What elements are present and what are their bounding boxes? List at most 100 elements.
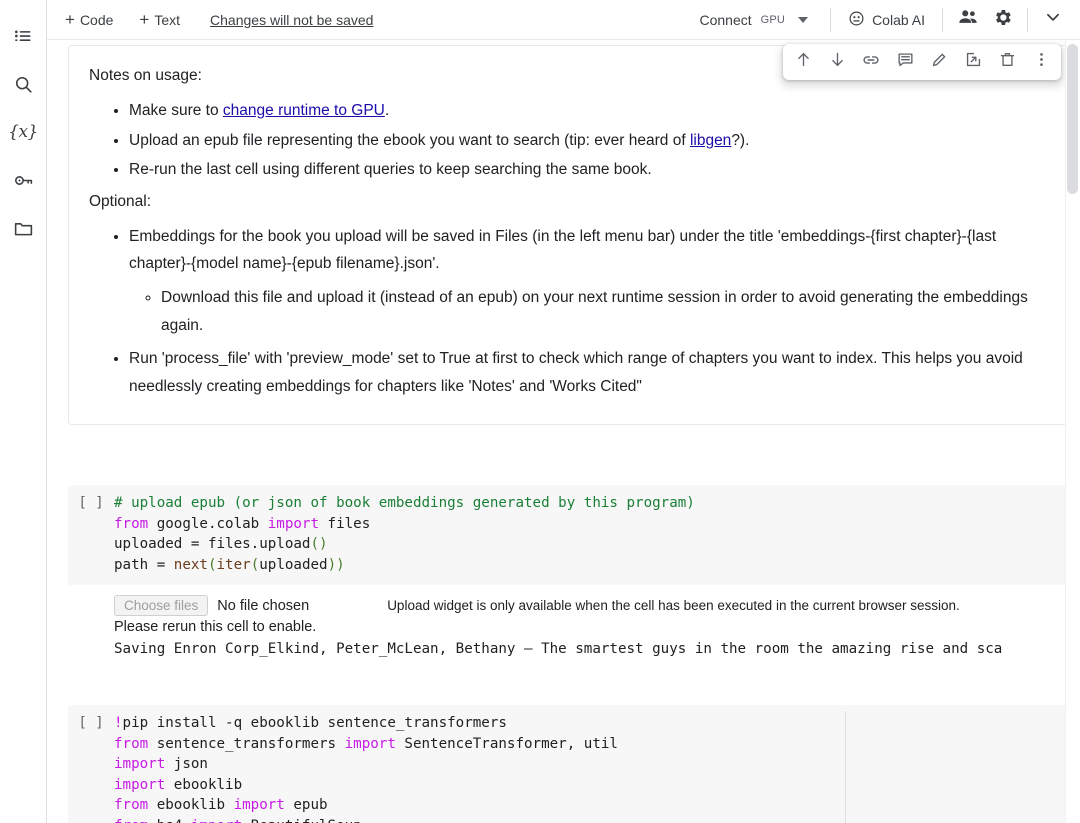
code-cell-vertical-divider (845, 711, 846, 823)
markdown-cell[interactable]: Notes on usage: Make sure to change runt… (68, 45, 1069, 425)
code-token: bs4 (148, 818, 191, 823)
plus-icon: + (139, 11, 149, 28)
optional-bullet-text: Embeddings for the book you upload will … (129, 228, 996, 273)
code-token: files (319, 516, 370, 532)
connect-runtime-button[interactable]: Connect GPU (689, 9, 818, 31)
code-token: )) (328, 557, 345, 573)
mirror-cell-in-tab-button[interactable] (956, 47, 990, 77)
folder-icon (13, 218, 34, 239)
code-token: uploaded (259, 557, 327, 573)
gear-icon (992, 7, 1013, 33)
code-token: uploaded = files.upload (114, 536, 310, 552)
code-token: from (114, 736, 148, 752)
code-token: iter (217, 557, 251, 573)
code-token: SentenceTransformer, util (396, 736, 618, 752)
edit-cell-button[interactable] (922, 47, 956, 77)
code-token: import (268, 516, 319, 532)
sidebar-item-search[interactable] (3, 64, 43, 104)
add-text-cell-label: Text (154, 12, 180, 28)
bullet-text-pre: Upload an epub file representing the ebo… (129, 132, 690, 149)
kebab-menu-icon (1032, 50, 1051, 74)
optional-heading: Optional: (89, 190, 1048, 214)
code-token: from (114, 516, 148, 532)
list-item: Download this file and upload it (instea… (161, 284, 1048, 339)
sidebar-item-table-of-contents[interactable] (3, 16, 43, 56)
delete-cell-button[interactable] (990, 47, 1024, 77)
colab-ai-label: Colab AI (872, 12, 925, 28)
run-cell-button[interactable]: [ ] (68, 493, 114, 575)
comment-icon (896, 50, 915, 74)
code-token: import (114, 777, 165, 793)
code-cell[interactable]: [ ] !pip install -q ebooklib sentence_tr… (68, 705, 1069, 823)
code-token: path = (114, 557, 174, 573)
bullet-text-post: ?). (731, 132, 749, 149)
code-token: import (114, 756, 165, 772)
list-item: Embeddings for the book you upload will … (129, 223, 1048, 339)
code-editor[interactable]: !pip install -q ebooklib sentence_transf… (114, 713, 1069, 823)
changes-not-saved-notice[interactable]: Changes will not be saved (210, 12, 373, 28)
collapse-toolbar-button[interactable] (1036, 3, 1070, 37)
sidebar-item-files[interactable] (3, 208, 43, 248)
code-cell-body: [ ] !pip install -q ebooklib sentence_tr… (68, 705, 1069, 823)
code-token: ! (114, 715, 123, 731)
left-icon-rail: {x} (0, 0, 47, 823)
add-comment-button[interactable] (888, 47, 922, 77)
toolbar-divider (830, 8, 831, 32)
chevron-down-icon (1042, 6, 1064, 33)
run-cell-button[interactable]: [ ] (68, 713, 114, 823)
usage-bullet-list: Make sure to change runtime to GPU. Uplo… (89, 97, 1048, 184)
arrow-down-icon (828, 50, 847, 74)
sidebar-item-secrets[interactable] (3, 160, 43, 200)
cell-action-toolbar (783, 44, 1061, 80)
code-token: ( (251, 557, 260, 573)
chevron-down-icon (798, 17, 808, 23)
optional-sub-list: Download this file and upload it (instea… (129, 284, 1048, 339)
people-icon (957, 6, 979, 33)
code-token: from (114, 797, 148, 813)
optional-bullet-list: Embeddings for the book you upload will … (89, 223, 1048, 400)
pencil-icon (930, 50, 949, 74)
code-token: ebooklib (148, 797, 233, 813)
code-editor[interactable]: # upload epub (or json of book embedding… (114, 493, 1069, 575)
code-token: import (345, 736, 396, 752)
add-code-cell-label: Code (80, 12, 113, 28)
share-button[interactable] (951, 3, 985, 37)
no-file-chosen-label: No file chosen (217, 598, 309, 614)
sidebar-item-variables[interactable]: {x} (3, 112, 43, 152)
move-cell-up-button[interactable] (786, 47, 820, 77)
code-cell[interactable]: [ ] # upload epub (or json of book embed… (68, 485, 1069, 674)
copy-cell-link-button[interactable] (854, 47, 888, 77)
colab-ai-button[interactable]: Colab AI (839, 5, 934, 35)
add-text-cell-button[interactable]: + Text (131, 7, 188, 32)
code-token: pip install -q ebooklib sentence_transfo… (123, 715, 507, 731)
settings-button[interactable] (985, 3, 1019, 37)
add-code-cell-button[interactable]: + Code (57, 7, 121, 32)
optional-bullet-text: Run 'process_file' with 'preview_mode' s… (129, 350, 1023, 395)
plus-icon: + (65, 11, 75, 28)
code-token: next (174, 557, 208, 573)
code-cell-body: [ ] # upload epub (or json of book embed… (68, 485, 1069, 585)
code-token: import (234, 797, 285, 813)
bullet-text-post: . (385, 102, 389, 119)
optional-sub-text: Download this file and upload it (instea… (161, 289, 1028, 334)
code-token: BeautifulSoup (242, 818, 362, 823)
choose-files-button[interactable]: Choose files (114, 595, 208, 616)
scrollbar-thumb[interactable] (1067, 44, 1078, 194)
list-item: Run 'process_file' with 'preview_mode' s… (129, 345, 1048, 400)
move-cell-down-button[interactable] (820, 47, 854, 77)
change-runtime-link[interactable]: change runtime to GPU (223, 102, 385, 119)
notebook-scroll-area[interactable]: Notes on usage: Make sure to change runt… (47, 40, 1080, 823)
notebook-toolbar: + Code + Text Changes will not be saved … (47, 0, 1080, 40)
bullet-text-pre: Re-run the last cell using different que… (129, 161, 652, 178)
more-cell-actions-button[interactable] (1024, 47, 1058, 77)
key-icon (13, 170, 34, 191)
libgen-link[interactable]: libgen (690, 132, 731, 149)
toc-icon (13, 26, 33, 46)
code-token: # upload epub (or json of book embedding… (114, 495, 695, 511)
list-item: Re-run the last cell using different que… (129, 156, 1048, 184)
saving-output-line: Saving Enron Corp_Elkind, Peter_McLean, … (114, 639, 1069, 660)
vertical-scrollbar[interactable] (1065, 40, 1080, 823)
toolbar-divider (942, 8, 943, 32)
list-item: Make sure to change runtime to GPU. (129, 97, 1048, 125)
upload-widget-note: Upload widget is only available when the… (387, 598, 960, 613)
